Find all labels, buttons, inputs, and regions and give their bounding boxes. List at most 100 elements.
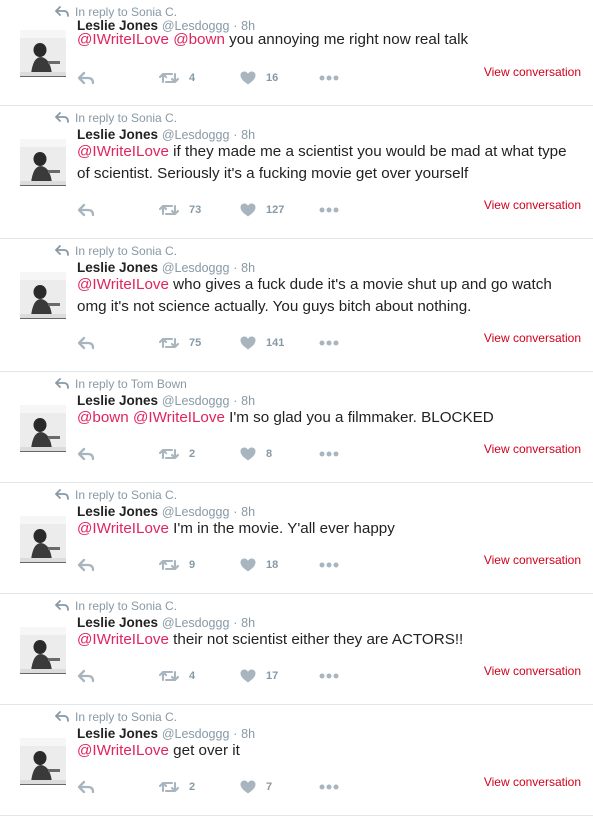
tweet[interactable]: In reply to Sonia C. Leslie Jones @Lesdo… (0, 106, 593, 239)
reply-icon (77, 336, 95, 350)
avatar[interactable] (20, 516, 66, 563)
avatar[interactable] (20, 627, 66, 674)
author-name[interactable]: Leslie Jones (77, 127, 158, 142)
like-button[interactable]: 18 (240, 557, 278, 573)
avatar[interactable] (20, 738, 66, 785)
more-button[interactable] (319, 202, 339, 218)
author-name[interactable]: Leslie Jones (77, 726, 158, 741)
more-button[interactable] (319, 668, 339, 684)
retweet-button[interactable]: 73 (159, 202, 201, 218)
author-handle[interactable]: @Lesdoggg (162, 505, 230, 519)
retweet-icon (159, 337, 179, 349)
mention-link[interactable]: @bown (77, 409, 129, 426)
more-button[interactable] (319, 446, 339, 462)
avatar[interactable] (20, 272, 66, 319)
timestamp[interactable]: 8h (241, 505, 255, 519)
reply-context[interactable]: In reply to Sonia C. (55, 487, 177, 503)
reply-button[interactable] (77, 335, 95, 351)
like-button[interactable]: 17 (240, 668, 278, 684)
view-conversation-link[interactable]: View conversation (484, 65, 581, 79)
author-handle[interactable]: @Lesdoggg (162, 727, 230, 741)
retweet-button[interactable]: 75 (159, 335, 201, 351)
more-dots-icon (319, 562, 339, 568)
view-conversation-link[interactable]: View conversation (484, 664, 581, 678)
tweet[interactable]: In reply to Sonia C. Leslie Jones @Lesdo… (0, 0, 593, 106)
more-button[interactable] (319, 335, 339, 351)
tweet[interactable]: In reply to Sonia C. Leslie Jones @Lesdo… (0, 239, 593, 372)
view-conversation-link[interactable]: View conversation (484, 331, 581, 345)
like-count: 17 (266, 670, 279, 682)
avatar[interactable] (20, 30, 66, 77)
like-button[interactable]: 7 (240, 779, 272, 795)
timestamp[interactable]: 8h (241, 616, 255, 630)
author-handle[interactable]: @Lesdoggg (162, 261, 230, 275)
tweet-header: Leslie Jones @Lesdoggg · 8h (77, 615, 255, 630)
reply-context[interactable]: In reply to Sonia C. (55, 110, 177, 126)
avatar[interactable] (20, 139, 66, 186)
timestamp[interactable]: 8h (241, 394, 255, 408)
tweet[interactable]: In reply to Tom Bown Leslie Jones @Lesdo… (0, 372, 593, 483)
tweet[interactable]: In reply to Sonia C. Leslie Jones @Lesdo… (0, 483, 593, 594)
reply-button[interactable] (77, 70, 95, 86)
like-button[interactable]: 141 (240, 335, 284, 351)
mention-link[interactable]: @IWriteILove (77, 143, 169, 160)
tweet-text-segment: I'm in the movie. Y'all ever happy (168, 520, 395, 537)
reply-button[interactable] (77, 668, 95, 684)
mention-link[interactable]: @IWriteILove (77, 520, 169, 537)
mention-link[interactable]: @IWriteILove (77, 631, 169, 648)
mention-link[interactable]: @IWriteILove (77, 742, 169, 759)
like-button[interactable]: 16 (240, 70, 278, 86)
more-button[interactable] (319, 70, 339, 86)
view-conversation-link[interactable]: View conversation (484, 198, 581, 212)
author-name[interactable]: Leslie Jones (77, 504, 158, 519)
timestamp[interactable]: 8h (241, 727, 255, 741)
retweet-icon (159, 448, 179, 460)
timestamp[interactable]: 8h (241, 128, 255, 142)
timestamp[interactable]: 8h (241, 261, 255, 275)
tweet-text: @IWriteILove get over it (77, 740, 577, 762)
retweet-count: 2 (189, 781, 196, 793)
retweet-button[interactable]: 2 (159, 779, 195, 795)
retweet-icon (159, 204, 179, 216)
retweet-button[interactable]: 9 (159, 557, 195, 573)
author-handle[interactable]: @Lesdoggg (162, 616, 230, 630)
author-name[interactable]: Leslie Jones (77, 615, 158, 630)
tweet-text: @bown @IWriteILove I'm so glad you a fil… (77, 407, 577, 429)
view-conversation-link[interactable]: View conversation (484, 775, 581, 789)
retweet-button[interactable]: 4 (159, 70, 195, 86)
view-conversation-link[interactable]: View conversation (484, 553, 581, 567)
reply-context[interactable]: In reply to Sonia C. (55, 709, 177, 725)
more-button[interactable] (319, 779, 339, 795)
tweet[interactable]: In reply to Sonia C. Leslie Jones @Lesdo… (0, 594, 593, 705)
like-button[interactable]: 127 (240, 202, 284, 218)
mention-link[interactable]: @IWriteILove (77, 276, 169, 293)
author-name[interactable]: Leslie Jones (77, 260, 158, 275)
avatar[interactable] (20, 405, 66, 452)
tweet[interactable]: In reply to Sonia C. Leslie Jones @Lesdo… (0, 705, 593, 816)
like-button[interactable]: 8 (240, 446, 272, 462)
retweet-button[interactable]: 2 (159, 446, 195, 462)
reply-context[interactable]: In reply to Sonia C. (55, 598, 177, 614)
retweet-button[interactable]: 4 (159, 668, 195, 684)
author-handle[interactable]: @Lesdoggg (162, 394, 230, 408)
more-dots-icon (319, 340, 339, 346)
tweet-text-segment: you annoying me right now real talk (224, 31, 469, 48)
author-handle[interactable]: @Lesdoggg (162, 128, 230, 142)
tweet-header: Leslie Jones @Lesdoggg · 8h (77, 127, 255, 142)
reply-button[interactable] (77, 779, 95, 795)
view-conversation-link[interactable]: View conversation (484, 442, 581, 456)
reply-button[interactable] (77, 202, 95, 218)
more-button[interactable] (319, 557, 339, 573)
tweet-text: @IWriteILove their not scientist either … (77, 629, 577, 651)
reply-context[interactable]: In reply to Sonia C. (55, 243, 177, 259)
author-name[interactable]: Leslie Jones (77, 393, 158, 408)
reply-context[interactable]: In reply to Tom Bown (55, 376, 187, 392)
reply-context-label: In reply to Sonia C. (75, 488, 178, 502)
mention-link[interactable]: @IWriteILove (133, 409, 225, 426)
reply-context-label: In reply to Sonia C. (75, 599, 178, 613)
reply-button[interactable] (77, 446, 95, 462)
mention-link[interactable]: @IWriteILove (77, 31, 169, 48)
reply-button[interactable] (77, 557, 95, 573)
reply-context-label: In reply to Sonia C. (75, 710, 178, 724)
mention-link[interactable]: @bown (173, 31, 225, 48)
